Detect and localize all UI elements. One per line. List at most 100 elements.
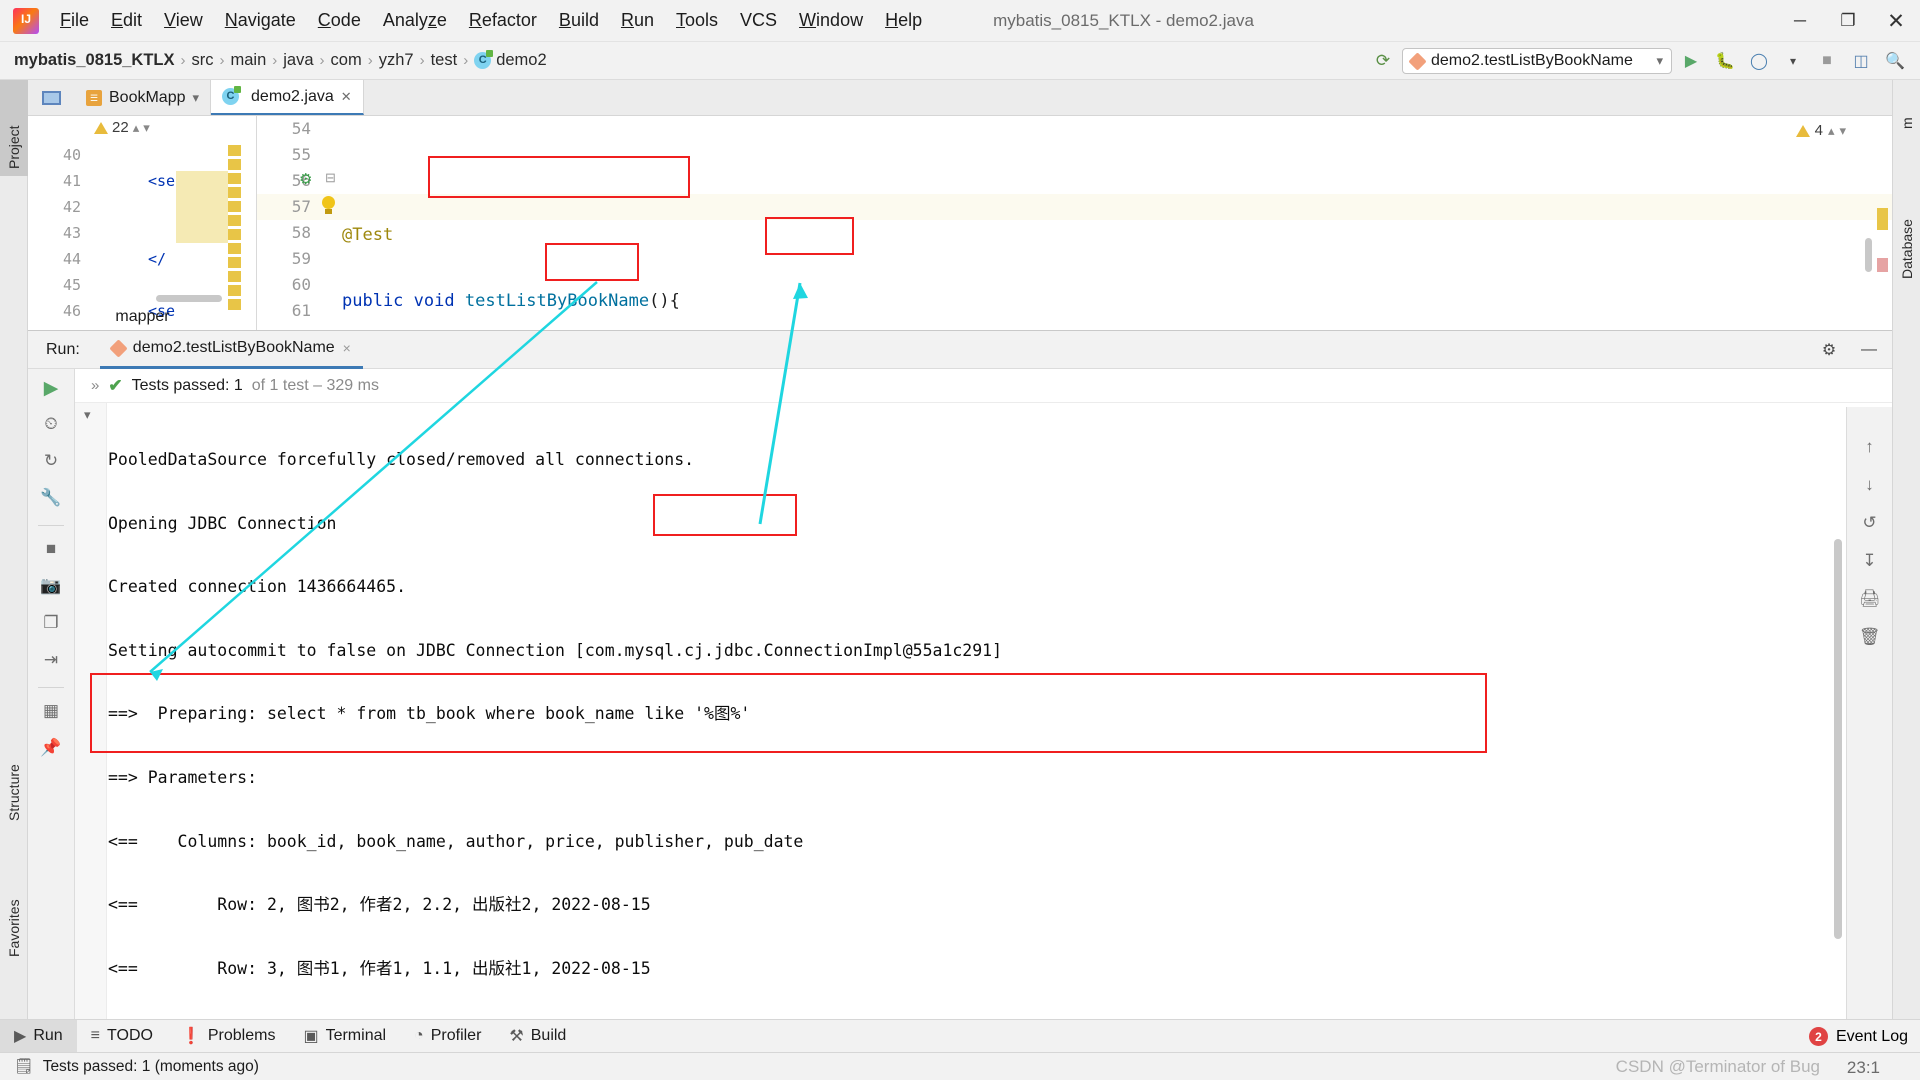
- stop-button[interactable]: ■: [1812, 47, 1842, 75]
- console-output[interactable]: PooledDataSource forcefully closed/remov…: [108, 409, 1846, 1021]
- thread-dump-icon[interactable]: ❐: [37, 613, 65, 637]
- scroll-to-end-icon[interactable]: ↧: [1862, 551, 1876, 571]
- code-fold-icon[interactable]: ⊟: [325, 170, 336, 186]
- chevron-up-icon[interactable]: ▴: [1828, 123, 1835, 139]
- xml-line-numbers: 40 41 42 43 44 45 46: [28, 142, 90, 330]
- scroll-up-icon[interactable]: ↑: [1865, 437, 1874, 457]
- attach-process-icon[interactable]: ⇥: [37, 650, 65, 674]
- soft-wrap-icon[interactable]: ↺: [1862, 513, 1876, 533]
- close-icon[interactable]: ✕: [341, 89, 352, 105]
- menu-window[interactable]: Window: [788, 7, 874, 34]
- warning-stripe-marker[interactable]: [1877, 208, 1888, 230]
- close-button[interactable]: ✕: [1872, 0, 1920, 42]
- minimize-panel-icon[interactable]: —: [1854, 336, 1884, 364]
- breadcrumb-test[interactable]: test: [431, 51, 458, 70]
- error-stripe-marker[interactable]: [1877, 258, 1888, 272]
- breadcrumb-java[interactable]: java: [283, 51, 313, 70]
- menu-tools[interactable]: Tools: [665, 7, 729, 34]
- java-editor-pane[interactable]: 54 55 56 57 58 59 60 61 ⚙ ⊟ @Test public…: [257, 116, 1892, 330]
- menu-build[interactable]: Build: [548, 7, 610, 34]
- close-icon[interactable]: ×: [343, 340, 351, 356]
- sidebar-item-structure[interactable]: Structure: [0, 712, 28, 828]
- menu-file[interactable]: File: [49, 7, 100, 34]
- run-coverage-button[interactable]: ◯: [1744, 47, 1774, 75]
- breadcrumb-separator: ›: [319, 52, 325, 69]
- bottom-tab-run[interactable]: ▶ Run: [0, 1019, 77, 1053]
- bottom-tab-label: Problems: [207, 1027, 276, 1044]
- sidebar-item-database[interactable]: Database: [1893, 164, 1920, 286]
- rerun-button[interactable]: ▶: [37, 377, 65, 401]
- build-hammer-icon[interactable]: ⟳: [1368, 47, 1398, 75]
- chevron-down-icon[interactable]: ▾: [1839, 123, 1846, 139]
- console-scrollbar[interactable]: [1834, 539, 1842, 939]
- run-button[interactable]: ▶: [1676, 47, 1706, 75]
- profile-dropdown-icon[interactable]: ▾: [1778, 47, 1808, 75]
- sidebar-item-project[interactable]: Project: [0, 80, 28, 176]
- chevron-up-icon[interactable]: ▴: [133, 120, 140, 136]
- debug-button[interactable]: 🐛: [1710, 47, 1740, 75]
- layout-button[interactable]: ◫: [1846, 47, 1876, 75]
- gear-icon[interactable]: ⚙: [1814, 336, 1844, 364]
- test-tree-column[interactable]: ▾: [75, 403, 107, 1021]
- run-test-gutter-icon[interactable]: ⚙: [299, 170, 312, 188]
- xml-snippet: </: [148, 250, 167, 268]
- line-number: 40: [62, 146, 81, 164]
- minimize-button[interactable]: ─: [1776, 0, 1824, 42]
- bottom-tool-bar: ▶ Run ≡ TODO ❗ Problems ▣ Terminal ◔ Pro…: [0, 1019, 1920, 1053]
- run-tool-window: Run: demo2.testListByBookName × ⚙ — ▶ ⏲ …: [28, 330, 1892, 1059]
- chevron-down-icon[interactable]: ▾: [143, 120, 150, 136]
- run-session-tab[interactable]: demo2.testListByBookName ×: [99, 331, 363, 369]
- clear-all-icon[interactable]: 🗑: [1859, 627, 1881, 647]
- expand-icon[interactable]: »: [91, 377, 99, 394]
- tab-demo2-java[interactable]: C demo2.java ✕: [211, 80, 364, 115]
- menu-refactor[interactable]: Refactor: [458, 7, 548, 34]
- collapse-icon[interactable]: ▾: [75, 403, 106, 423]
- xml-warning-indicator[interactable]: 22 ▴ ▾: [94, 119, 150, 136]
- breadcrumb-demo2[interactable]: demo2: [496, 51, 546, 70]
- line-number: 60: [291, 275, 311, 294]
- menu-view[interactable]: View: [153, 7, 214, 34]
- menu-run[interactable]: Run: [610, 7, 665, 34]
- xml-snippet: <se: [148, 172, 176, 190]
- watermark-text: CSDN @Terminator of Bug: [1615, 1057, 1820, 1076]
- sidebar-item-maven[interactable]: m: [1893, 84, 1920, 136]
- menu-navigate[interactable]: Navigate: [214, 7, 307, 34]
- breadcrumb-com[interactable]: com: [331, 51, 362, 70]
- event-log-area[interactable]: 2 Event Log: [1808, 1020, 1920, 1053]
- maximize-button[interactable]: ❐: [1824, 0, 1872, 42]
- xml-horizontal-scrollbar[interactable]: [156, 295, 222, 302]
- bottom-tab-todo[interactable]: ≡ TODO: [77, 1020, 167, 1053]
- bottom-tab-problems[interactable]: ❗ Problems: [167, 1020, 290, 1053]
- xml-editor-pane[interactable]: 22 ▴ ▾ 40 41 42 43 44 45 46 <se </ <se m…: [28, 116, 257, 330]
- breadcrumb-project[interactable]: mybatis_0815_KTLX: [14, 51, 175, 70]
- menu-edit[interactable]: Edit: [100, 7, 153, 34]
- pin-tab-icon[interactable]: 📌: [37, 738, 65, 762]
- run-configuration-selector[interactable]: demo2.testListByBookName ▾: [1402, 48, 1672, 74]
- rerun-automatically-icon[interactable]: ↻: [37, 451, 65, 475]
- print-icon[interactable]: 🖨: [1859, 589, 1881, 609]
- bottom-tab-terminal[interactable]: ▣ Terminal: [289, 1020, 400, 1053]
- rerun-failed-tests-icon[interactable]: ⏲: [37, 414, 65, 438]
- breadcrumb-yzh7[interactable]: yzh7: [379, 51, 414, 70]
- sidebar-item-favorites[interactable]: Favorites: [0, 840, 28, 964]
- menu-analyze[interactable]: Analyze: [372, 7, 458, 34]
- tab-bookmapper-xml[interactable]: ☰ BookMapp ▾: [75, 80, 212, 115]
- java-warning-indicator[interactable]: 4 ▴ ▾: [1795, 122, 1846, 139]
- menu-vcs[interactable]: VCS: [729, 7, 788, 34]
- settings-wrench-icon[interactable]: 🔧: [37, 488, 65, 512]
- bottom-tab-profiler[interactable]: ◔ Profiler: [400, 1020, 495, 1053]
- search-everywhere-icon[interactable]: 🔍: [1880, 47, 1910, 75]
- breadcrumb-separator: ›: [419, 52, 425, 69]
- editor-scrollbar[interactable]: [1865, 238, 1872, 272]
- export-snapshot-icon[interactable]: 📷: [37, 576, 65, 600]
- scroll-down-icon[interactable]: ↓: [1865, 475, 1874, 495]
- menu-code[interactable]: Code: [307, 7, 372, 34]
- stop-button[interactable]: ■: [37, 539, 65, 563]
- breadcrumb-src[interactable]: src: [192, 51, 214, 70]
- chevron-down-icon[interactable]: ▾: [193, 90, 200, 106]
- breadcrumb-main[interactable]: main: [231, 51, 267, 70]
- menu-help[interactable]: Help: [874, 7, 933, 34]
- intention-bulb-icon[interactable]: [321, 196, 336, 215]
- bottom-tab-build[interactable]: ⚒ Build: [495, 1020, 580, 1053]
- layout-settings-icon[interactable]: ▦: [37, 701, 65, 725]
